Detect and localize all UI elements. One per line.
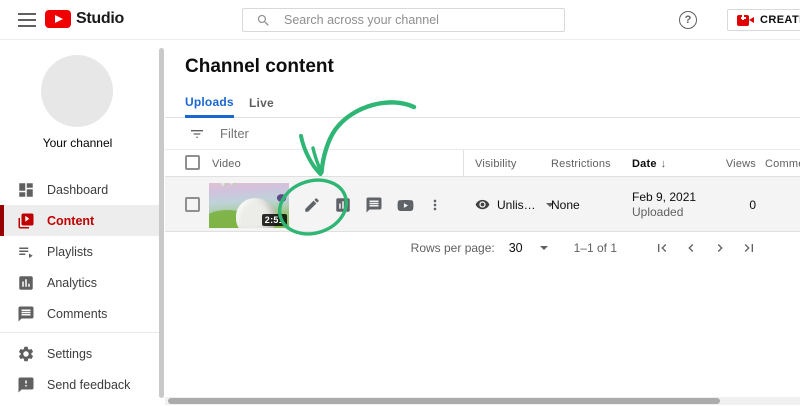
last-page-icon [741,240,757,256]
search-box[interactable] [242,8,565,32]
column-header-views: Views [690,158,756,170]
filter-label: Filter [220,126,249,141]
chevron-left-icon [683,240,699,256]
feedback-icon [17,376,35,394]
restrictions-value: None [551,198,580,212]
playlists-icon [17,243,35,261]
video-table-row[interactable]: 2:51 [165,177,800,232]
vertical-dots-icon [427,197,443,213]
sidebar-item-content[interactable]: Content [0,205,160,236]
sidebar-item-label: Analytics [47,276,97,290]
column-header-visibility: Visibility [475,158,517,170]
search-icon [256,13,271,28]
channel-avatar[interactable] [41,55,113,127]
pagination-controls [641,240,757,256]
table-header-row: Video Visibility Restrictions Date↓ View… [165,150,800,177]
visibility-value: Unlis… [497,198,536,212]
select-all-checkbox[interactable] [185,155,200,170]
sidebar-item-settings[interactable]: Settings [0,338,160,369]
last-page-button[interactable] [741,240,757,256]
sidebar-item-send-feedback[interactable]: Send feedback [0,369,160,400]
create-button[interactable]: CREATE [727,9,800,31]
tab-live[interactable]: Live [249,88,274,118]
sidebar-item-playlists[interactable]: Playlists [0,236,160,267]
filter-icon [189,126,205,142]
row-checkbox[interactable] [185,197,200,212]
row-options-menu-button[interactable] [421,191,449,219]
sidebar-item-label: Content [47,214,94,228]
sidebar-nav: Dashboard Content Playlists Analytics Co… [0,174,160,329]
page-title: Channel content [185,56,334,78]
youtube-icon [396,196,415,215]
filter-bar[interactable]: Filter [165,118,800,150]
duration-badge: 2:51 [262,214,287,226]
video-analytics-button[interactable] [329,191,357,219]
pencil-icon [303,196,321,214]
sidebar-scrollbar[interactable] [159,48,164,398]
youtube-studio-logo[interactable]: Studio [45,10,124,28]
rows-per-page-dropdown[interactable]: 30 [509,241,548,255]
sidebar-item-label: Comments [47,307,107,321]
video-comments-button[interactable] [360,191,388,219]
first-page-button[interactable] [654,240,670,256]
brand-text: Studio [76,10,124,28]
sidebar-divider [0,332,160,333]
visibility-dropdown[interactable]: Unlis… [475,197,554,212]
first-page-icon [654,240,670,256]
column-header-date[interactable]: Date↓ [632,158,666,170]
settings-gear-icon [17,345,35,363]
views-value: 0 [690,198,756,212]
thumbnail-butterfly [276,192,288,203]
youtube-play-icon [45,10,71,28]
sidebar-item-comments[interactable]: Comments [0,298,160,329]
date-value: Feb 9, 2021 [632,190,696,205]
rows-per-page-label: Rows per page: [411,241,495,255]
sort-descending-icon: ↓ [661,158,667,170]
horizontal-scrollbar-track[interactable] [165,397,800,405]
bar-chart-icon [334,196,352,214]
chevron-down-icon [540,246,548,250]
column-header-restrictions: Restrictions [551,158,611,170]
tab-uploads[interactable]: Uploads [185,88,234,118]
sidebar-footer-nav: Settings Send feedback [0,338,160,400]
top-bar: Studio ? CREATE [0,0,800,40]
help-icon[interactable]: ? [679,11,697,29]
videocam-plus-icon [737,15,754,26]
eye-icon [475,197,490,212]
sidebar-item-dashboard[interactable]: Dashboard [0,174,160,205]
column-header-video: Video [212,158,241,170]
main-content: Channel content Uploads Live Filter Vide… [165,40,800,406]
date-cell: Feb 9, 2021 Uploaded [632,190,696,220]
pagination-range-label: 1–1 of 1 [574,241,617,255]
sidebar: Your channel Dashboard Content Playlists… [0,40,165,406]
hamburger-menu-icon[interactable] [18,13,36,27]
channel-name-label: Your channel [0,136,155,150]
horizontal-scrollbar-thumb[interactable] [168,398,720,404]
sidebar-item-label: Settings [47,347,92,361]
pagination-bar: Rows per page: 30 1–1 of 1 [165,233,800,263]
next-page-button[interactable] [712,240,728,256]
date-note: Uploaded [632,205,696,220]
analytics-icon [17,274,35,292]
previous-page-button[interactable] [683,240,699,256]
column-header-comments: Comment [765,158,800,170]
comment-bubble-icon [365,196,383,214]
search-input[interactable] [284,13,554,27]
sidebar-item-label: Dashboard [47,183,108,197]
chevron-right-icon [712,240,728,256]
dashboard-icon [17,181,35,199]
sidebar-item-label: Playlists [47,245,93,259]
view-on-youtube-button[interactable] [391,191,419,219]
comments-icon [17,305,35,323]
sidebar-item-analytics[interactable]: Analytics [0,267,160,298]
video-thumbnail[interactable]: 2:51 [209,183,289,228]
tab-bar: Uploads Live [165,88,800,118]
sidebar-item-label: Send feedback [47,378,130,392]
content-icon [17,212,35,230]
create-button-label: CREATE [760,14,800,26]
edit-details-button[interactable] [298,191,326,219]
